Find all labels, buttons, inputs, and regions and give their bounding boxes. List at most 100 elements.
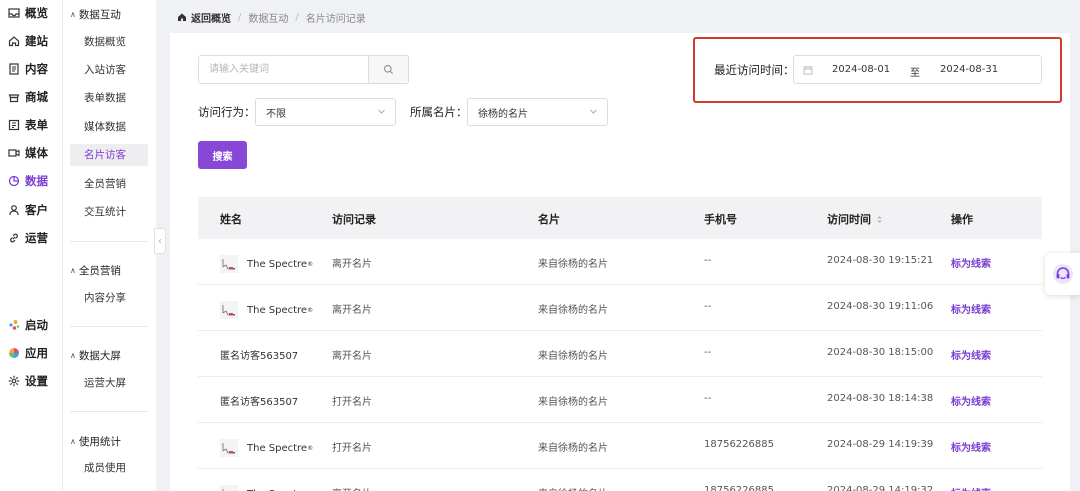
visitor-name: The Spectre [247, 258, 308, 270]
sub-sidebar: ∧ 数据互动 数据概览 入站访客 表单数据 媒体数据 名片访客 全员营销 交互统… [63, 0, 156, 491]
rail-item-customer[interactable]: 客户 [0, 197, 63, 223]
rail-label: 内容 [25, 62, 48, 76]
date-end[interactable]: 2024-08-31 [940, 64, 998, 75]
subnav-group-header[interactable]: ∧ 数据互动 [70, 7, 121, 22]
rail-item-content[interactable]: 内容 [0, 56, 63, 82]
table-row: 匿名访客563507 离开名片 来自徐杨的名片 -- 2024-08-30 18:15:… [198, 331, 1042, 377]
cell-record: 打开名片 [332, 443, 372, 454]
visitor-name: 匿名访客563507 [220, 397, 299, 408]
cell-name: The Spectre® [220, 485, 313, 491]
date-range-picker[interactable]: 2024-08-01 至 2024-08-31 [793, 55, 1042, 84]
home-icon [7, 35, 20, 48]
chevron-down-icon: ∧ [70, 266, 76, 275]
mark-as-lead-link[interactable]: 标为线索 [951, 301, 991, 316]
mark-as-lead-link[interactable]: 标为线索 [951, 347, 991, 362]
rail-item-media[interactable]: 媒体 [0, 140, 63, 166]
subnav-item-all-staff-marketing[interactable]: 全员营销 [70, 173, 148, 195]
rail-item-form[interactable]: 表单 [0, 112, 63, 138]
cell-time: 2024-08-29 14:19:39 [827, 439, 934, 450]
rail-label: 商城 [25, 90, 48, 104]
rail-item-operations[interactable]: 运营 [0, 225, 63, 251]
search-input[interactable] [199, 56, 368, 83]
cell-time: 2024-08-30 18:14:38 [827, 393, 934, 404]
behavior-select-value: 不限 [266, 108, 286, 120]
cell-record: 离开名片 [332, 259, 372, 270]
customer-service-button[interactable] [1045, 253, 1080, 295]
card-select-value: 徐杨的名片 [478, 108, 528, 120]
calendar-icon [803, 66, 813, 75]
home-icon [178, 13, 186, 21]
mark-as-lead-link[interactable]: 标为线索 [951, 485, 991, 491]
column-header-record: 访问记录 [332, 213, 376, 226]
document-icon [7, 63, 20, 76]
form-icon [7, 119, 20, 132]
avatar [220, 439, 238, 457]
cell-phone: -- [704, 301, 712, 312]
search-icon-button[interactable] [368, 56, 408, 83]
gear-icon [7, 375, 20, 388]
rail-label: 启动 [25, 318, 48, 332]
subnav-group-title: 全员营销 [78, 265, 121, 277]
sort-icon[interactable] [876, 215, 883, 224]
cell-card: 来自徐杨的名片 [538, 351, 608, 362]
subnav-group-header[interactable]: ∧ 数据大屏 [70, 348, 121, 363]
rail-label: 客户 [25, 203, 48, 217]
cell-time: 2024-08-30 19:15:21 [827, 255, 934, 266]
pie-chart-icon [7, 175, 20, 188]
date-start[interactable]: 2024-08-01 [832, 64, 890, 75]
subnav-item-ops-dashboard[interactable]: 运营大屏 [70, 372, 148, 394]
subnav-group-title: 数据互动 [78, 9, 121, 21]
avatar [220, 485, 238, 491]
cell-card: 来自徐杨的名片 [538, 259, 608, 270]
rail-item-overview[interactable]: 概览 [0, 0, 63, 26]
rail-item-shop[interactable]: 商城 [0, 84, 63, 110]
cell-time: 2024-08-29 14:19:32 [827, 485, 934, 491]
subnav-item-form-data[interactable]: 表单数据 [70, 87, 148, 109]
rail-label: 设置 [25, 374, 48, 388]
cell-card: 来自徐杨的名片 [538, 305, 608, 316]
rail-item-data[interactable]: 数据 [0, 168, 63, 194]
card-select[interactable]: 徐杨的名片 [467, 98, 608, 126]
subnav-group-header[interactable]: ∧ 使用统计 [70, 434, 121, 449]
search-icon [384, 65, 393, 74]
chevron-down-icon: ∧ [70, 10, 76, 19]
breadcrumb: 返回概览 / 数据互动 / 名片访问记录 [177, 9, 366, 25]
subnav-item-media-data[interactable]: 媒体数据 [70, 116, 148, 138]
subnav-item-site-visitors[interactable]: 入站访客 [70, 59, 148, 81]
search-button[interactable]: 搜索 [198, 141, 247, 169]
cell-phone: 18756226885 [704, 485, 774, 491]
cell-record: 离开名片 [332, 351, 372, 362]
registered-mark: ® [307, 306, 314, 314]
subnav-item-data-overview[interactable]: 数据概览 [70, 31, 148, 53]
mark-as-lead-link[interactable]: 标为线索 [951, 439, 991, 454]
breadcrumb-home[interactable]: 返回概览 [177, 10, 231, 25]
rail-label: 表单 [25, 118, 48, 132]
cell-record: 离开名片 [332, 305, 372, 316]
cell-name: The Spectre® [220, 301, 313, 319]
subnav-group-title: 数据大屏 [78, 350, 121, 362]
behavior-select[interactable]: 不限 [255, 98, 396, 126]
chevron-down-icon: ∧ [70, 437, 76, 446]
table-row: The Spectre ® 打开名片 来自徐杨的名片 18756226885 2024-0… [198, 423, 1042, 469]
rail-item-settings[interactable]: 设置 [0, 368, 63, 394]
apps-icon [7, 347, 20, 360]
chevron-left-icon: ‹ [158, 235, 162, 247]
cell-record: 离开名片 [332, 485, 372, 491]
subnav-item-interaction-stats[interactable]: 交互统计 [70, 201, 148, 223]
collapse-sidebar-button[interactable]: ‹ [154, 228, 166, 254]
cell-time: 2024-08-30 19:11:06 [827, 301, 934, 312]
rail-item-apps[interactable]: 应用 [0, 340, 63, 366]
rail-item-site[interactable]: 建站 [0, 28, 63, 54]
breadcrumb-level1[interactable]: 数据互动 [248, 10, 288, 25]
main-rail: 概览 建站 内容 商城 表单 媒体 数据 客户 运营 启动 应用 设置 [0, 0, 63, 491]
search-box [198, 55, 409, 84]
subnav-item-member-usage[interactable]: 成员使用 [70, 457, 148, 479]
breadcrumb-separator: / [295, 11, 299, 23]
column-header-time[interactable]: 访问时间 [827, 211, 883, 227]
subnav-item-content-share[interactable]: 内容分享 [70, 287, 148, 309]
subnav-group-header[interactable]: ∧ 全员营销 [70, 263, 121, 278]
subnav-item-card-visitors[interactable]: 名片访客 [70, 144, 148, 166]
mark-as-lead-link[interactable]: 标为线索 [951, 255, 991, 270]
rail-item-launch[interactable]: 启动 [0, 312, 63, 338]
mark-as-lead-link[interactable]: 标为线索 [951, 393, 991, 408]
